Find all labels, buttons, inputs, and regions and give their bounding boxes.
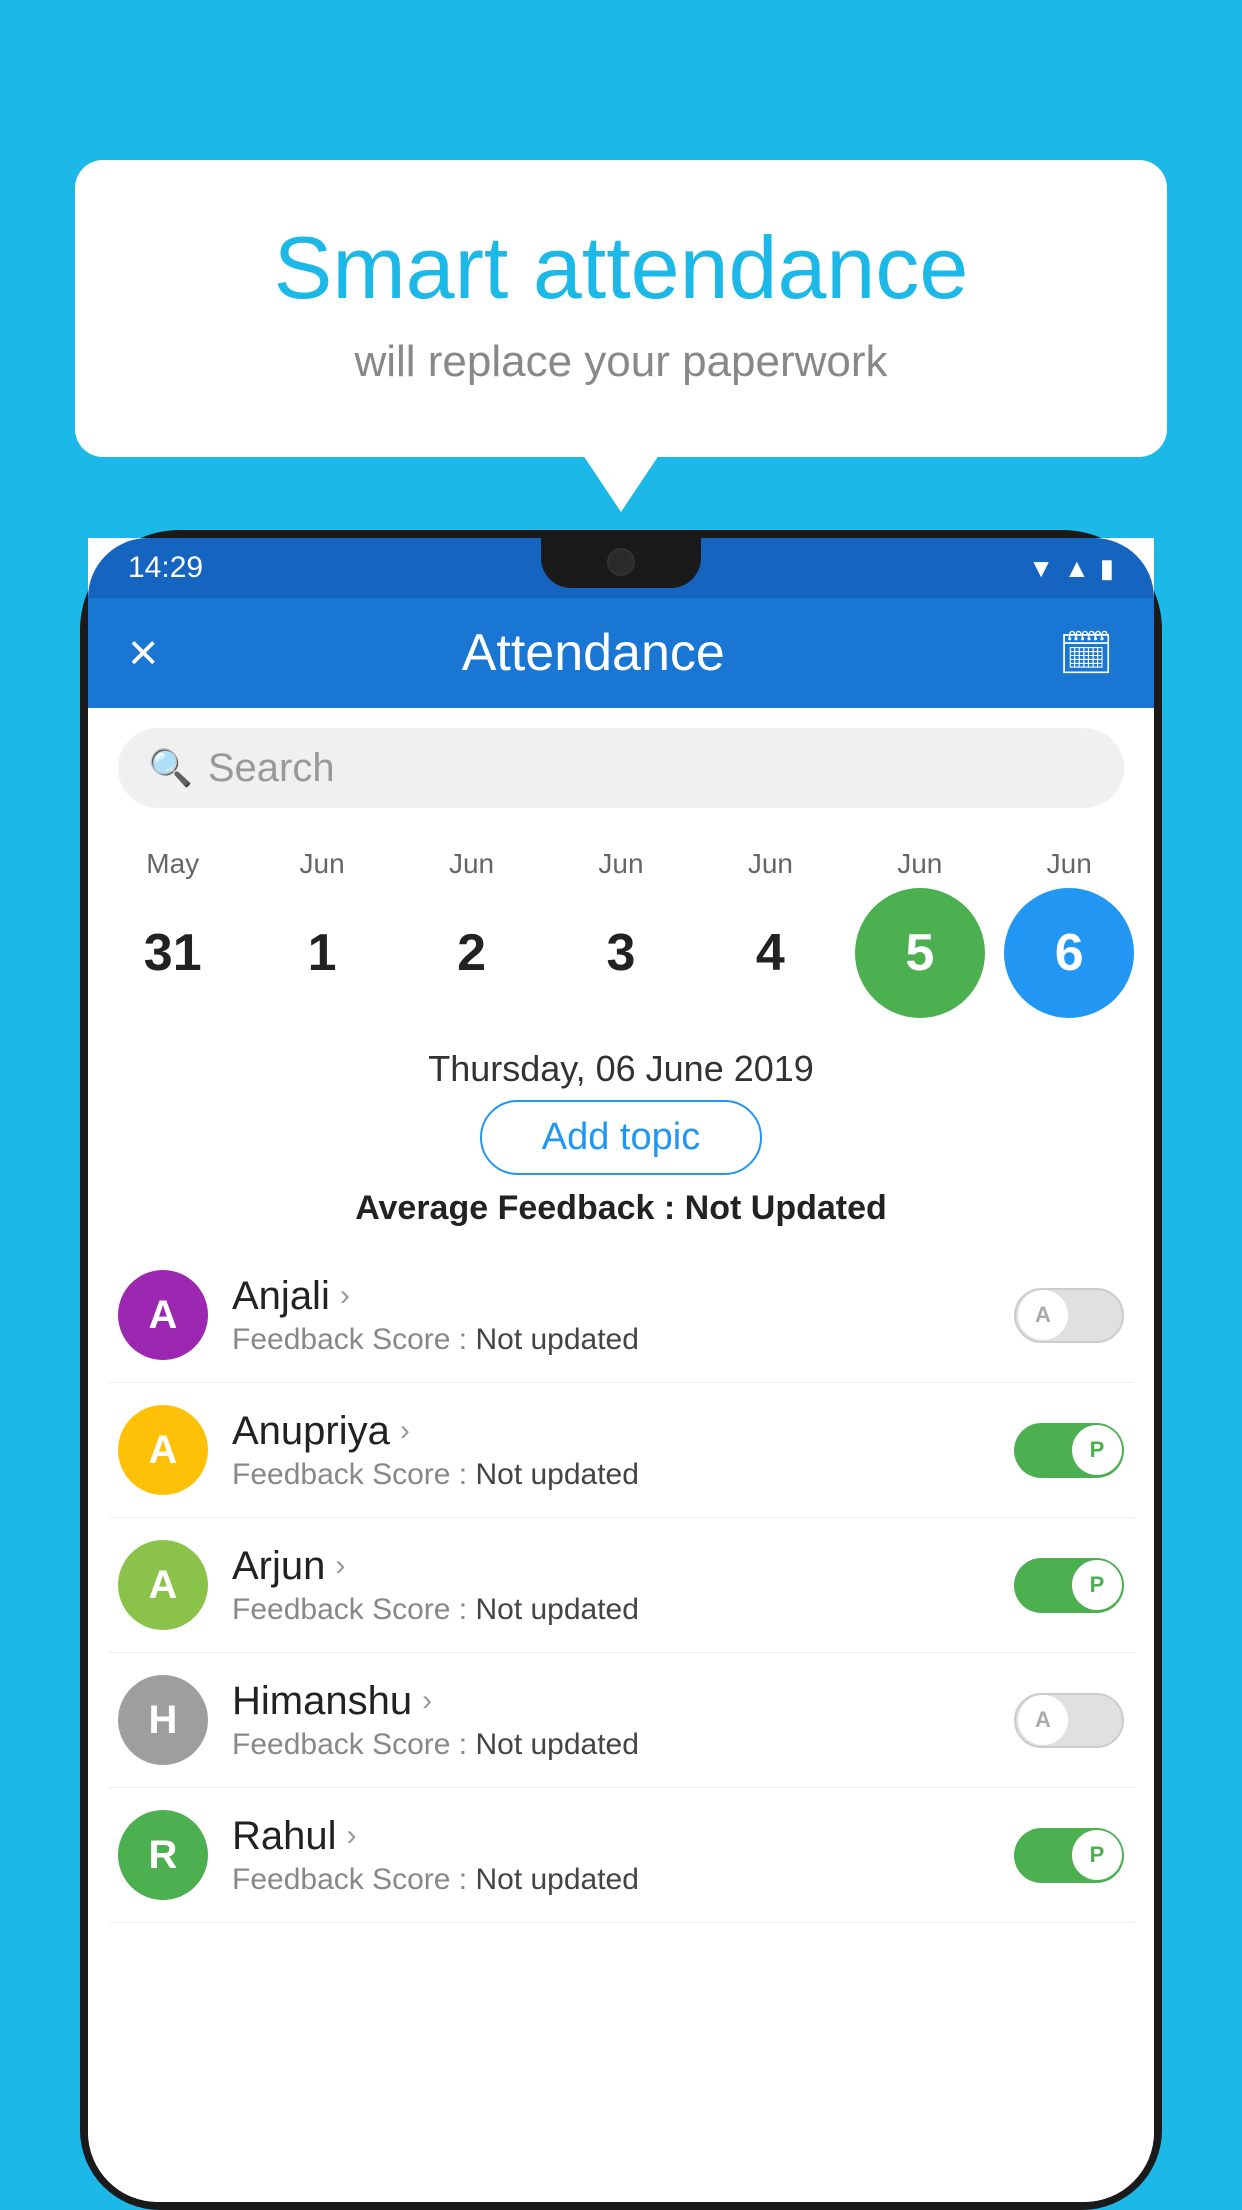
month-jun-4: Jun — [705, 848, 835, 880]
month-jun-2: Jun — [407, 848, 537, 880]
month-jun-6: Jun — [1004, 848, 1134, 880]
app-bar: × Attendance 🗓 — [88, 598, 1154, 708]
student-feedback-anupriya: Feedback Score : Not updated — [232, 1458, 1014, 1492]
app-title: Attendance — [158, 623, 1028, 683]
phone-screen: 14:29 ▼ ▲ ▮ × Attendance 🗓 🔍 Search — [88, 538, 1154, 2202]
bubble-subtitle: will replace your paperwork — [135, 337, 1107, 387]
phone-content: 🔍 Search May Jun Jun Jun Jun Jun Jun — [88, 708, 1154, 2202]
student-feedback-rahul: Feedback Score : Not updated — [232, 1863, 1014, 1897]
student-name-himanshu[interactable]: Himanshu › — [232, 1679, 1014, 1724]
calendar-icon[interactable]: 🗓 — [1058, 627, 1114, 679]
search-bar[interactable]: 🔍 Search — [118, 728, 1124, 808]
toggle-knob-anupriya: P — [1072, 1425, 1122, 1475]
month-jun-5: Jun — [855, 848, 985, 880]
search-input[interactable]: Search — [208, 746, 335, 791]
avatar-anupriya: A — [118, 1405, 208, 1495]
notch — [541, 538, 701, 588]
date-3[interactable]: 3 — [556, 888, 686, 1018]
avatar-anjali: A — [118, 1270, 208, 1360]
toggle-knob-anjali: A — [1018, 1290, 1068, 1340]
bubble-title: Smart attendance — [135, 220, 1107, 317]
student-item-anjali[interactable]: A Anjali › Feedback Score : Not updated … — [108, 1248, 1134, 1383]
avg-feedback-label: Average Feedback : — [355, 1189, 684, 1227]
add-topic-button[interactable]: Add topic — [480, 1100, 762, 1175]
student-info-rahul: Rahul › Feedback Score : Not updated — [232, 1814, 1014, 1897]
student-name-arjun[interactable]: Arjun › — [232, 1544, 1014, 1589]
close-button[interactable]: × — [128, 623, 158, 683]
calendar-row: May Jun Jun Jun Jun Jun Jun 31 1 2 3 4 — [88, 828, 1154, 1028]
student-info-anjali: Anjali › Feedback Score : Not updated — [232, 1274, 1014, 1357]
avatar-arjun: A — [118, 1540, 208, 1630]
student-name-anupriya[interactable]: Anupriya › — [232, 1409, 1014, 1454]
status-time: 14:29 — [128, 551, 203, 585]
avatar-rahul: R — [118, 1810, 208, 1900]
date-2[interactable]: 2 — [407, 888, 537, 1018]
month-jun-1: Jun — [257, 848, 387, 880]
toggle-anupriya[interactable]: P — [1014, 1423, 1124, 1478]
student-name-rahul[interactable]: Rahul › — [232, 1814, 1014, 1859]
avg-feedback: Average Feedback : Not Updated — [88, 1189, 1154, 1228]
date-6-selected[interactable]: 6 — [1004, 888, 1134, 1018]
toggle-knob-rahul: P — [1072, 1830, 1122, 1880]
date-1[interactable]: 1 — [257, 888, 387, 1018]
avatar-himanshu: H — [118, 1675, 208, 1765]
toggle-rahul[interactable]: P — [1014, 1828, 1124, 1883]
battery-icon: ▮ — [1100, 553, 1114, 584]
status-icons: ▼ ▲ ▮ — [1028, 553, 1114, 584]
student-info-arjun: Arjun › Feedback Score : Not updated — [232, 1544, 1014, 1627]
student-item-rahul[interactable]: R Rahul › Feedback Score : Not updated P — [108, 1788, 1134, 1923]
chevron-icon: › — [335, 1549, 345, 1583]
toggle-himanshu[interactable]: A — [1014, 1693, 1124, 1748]
chevron-icon: › — [347, 1819, 357, 1853]
month-may: May — [108, 848, 238, 880]
student-name-anjali[interactable]: Anjali › — [232, 1274, 1014, 1319]
student-feedback-anjali: Feedback Score : Not updated — [232, 1323, 1014, 1357]
date-4[interactable]: 4 — [705, 888, 835, 1018]
selected-date-label: Thursday, 06 June 2019 — [88, 1048, 1154, 1090]
chevron-icon: › — [422, 1684, 432, 1718]
student-feedback-arjun: Feedback Score : Not updated — [232, 1593, 1014, 1627]
student-item-anupriya[interactable]: A Anupriya › Feedback Score : Not update… — [108, 1383, 1134, 1518]
student-info-anupriya: Anupriya › Feedback Score : Not updated — [232, 1409, 1014, 1492]
add-topic-container: Add topic — [88, 1100, 1154, 1175]
student-info-himanshu: Himanshu › Feedback Score : Not updated — [232, 1679, 1014, 1762]
toggle-anjali[interactable]: A — [1014, 1288, 1124, 1343]
date-31[interactable]: 31 — [108, 888, 238, 1018]
notch-camera — [607, 548, 635, 576]
toggle-knob-himanshu: A — [1018, 1695, 1068, 1745]
speech-bubble-container: Smart attendance will replace your paper… — [75, 160, 1167, 457]
toggle-arjun[interactable]: P — [1014, 1558, 1124, 1613]
toggle-knob-arjun: P — [1072, 1560, 1122, 1610]
student-item-himanshu[interactable]: H Himanshu › Feedback Score : Not update… — [108, 1653, 1134, 1788]
phone-frame: 14:29 ▼ ▲ ▮ × Attendance 🗓 🔍 Search — [80, 530, 1162, 2208]
signal-icon: ▲ — [1064, 553, 1090, 584]
student-list: A Anjali › Feedback Score : Not updated … — [88, 1248, 1154, 1923]
speech-bubble: Smart attendance will replace your paper… — [75, 160, 1167, 457]
month-row: May Jun Jun Jun Jun Jun Jun — [98, 848, 1144, 880]
date-5-selected[interactable]: 5 — [855, 888, 985, 1018]
avg-feedback-value: Not Updated — [685, 1189, 887, 1227]
wifi-icon: ▼ — [1028, 553, 1054, 584]
month-jun-3: Jun — [556, 848, 686, 880]
student-item-arjun[interactable]: A Arjun › Feedback Score : Not updated P — [108, 1518, 1134, 1653]
search-icon: 🔍 — [148, 747, 193, 789]
date-row: 31 1 2 3 4 5 6 — [98, 888, 1144, 1018]
chevron-icon: › — [400, 1414, 410, 1448]
student-feedback-himanshu: Feedback Score : Not updated — [232, 1728, 1014, 1762]
phone-outer: 14:29 ▼ ▲ ▮ × Attendance 🗓 🔍 Search — [80, 530, 1162, 2210]
status-bar: 14:29 ▼ ▲ ▮ — [88, 538, 1154, 598]
chevron-icon: › — [340, 1279, 350, 1313]
